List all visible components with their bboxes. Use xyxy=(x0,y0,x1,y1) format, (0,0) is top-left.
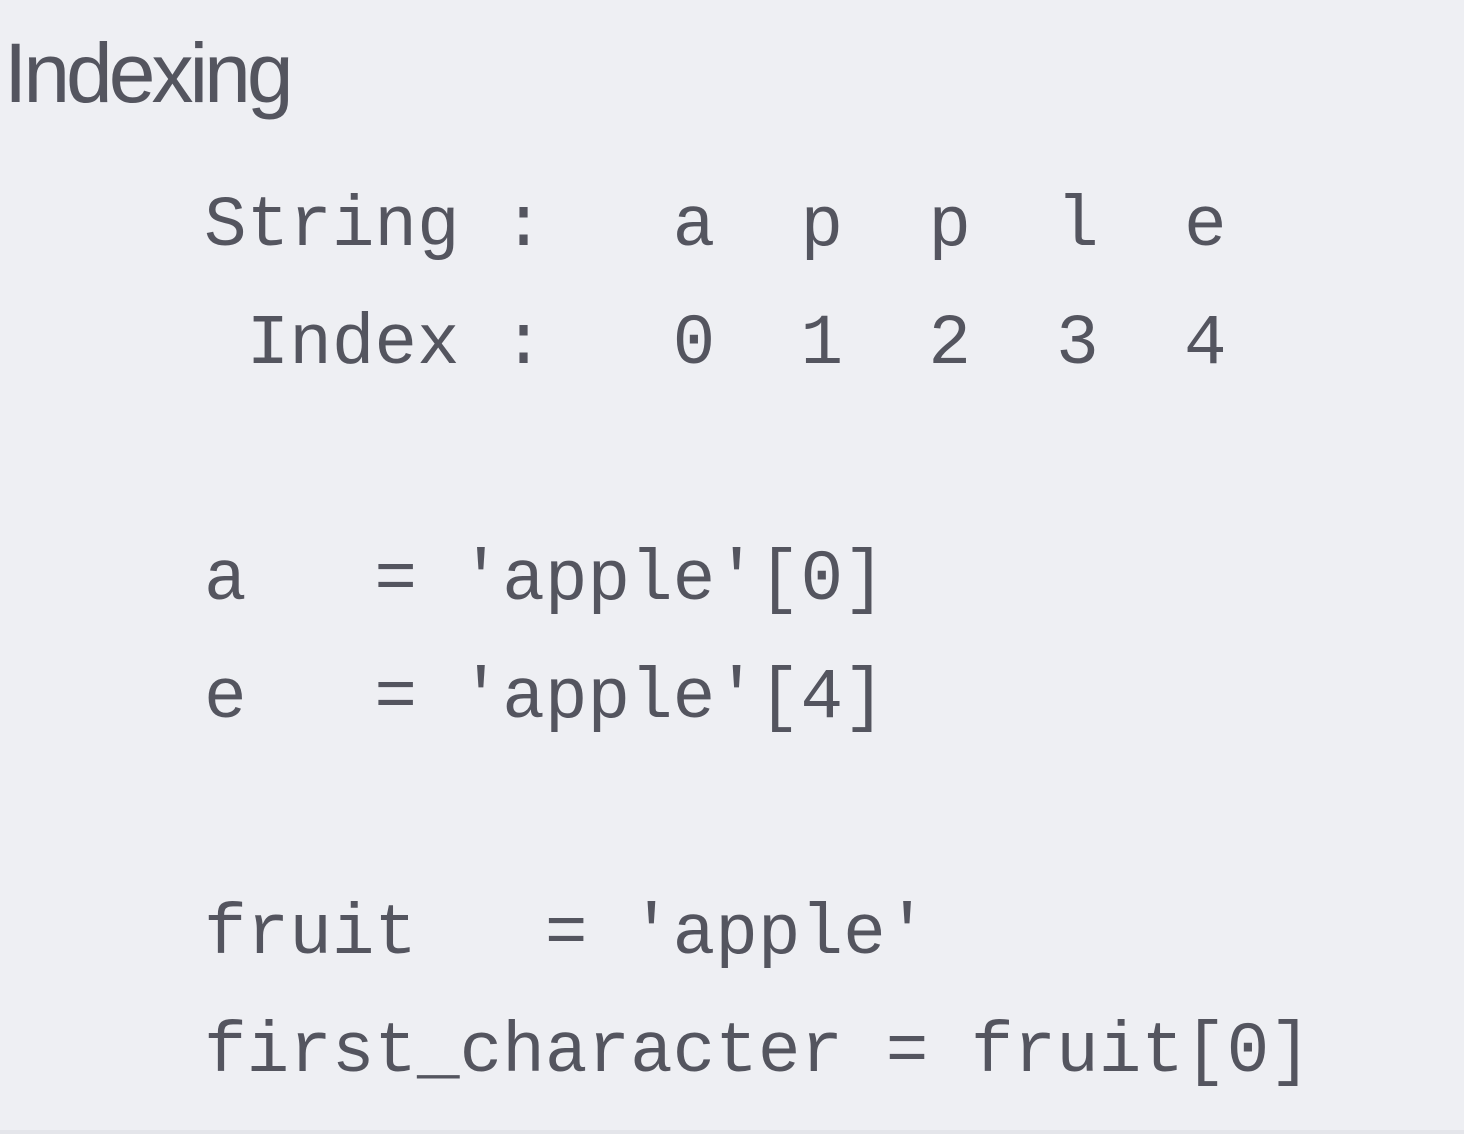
code-block: String : a p p l e Index : 0 1 2 3 4 a = … xyxy=(204,168,1312,1112)
code-line-fruit-assignment: fruit = 'apple' xyxy=(204,895,929,975)
code-line-a-assignment: a = 'apple'[0] xyxy=(204,541,886,621)
page-title: Indexing xyxy=(4,26,294,120)
code-line-string-row: String : a p p l e xyxy=(204,187,1227,267)
code-line-e-assignment: e = 'apple'[4] xyxy=(204,659,886,739)
bottom-divider xyxy=(0,1130,1464,1134)
code-line-index-row: Index : 0 1 2 3 4 xyxy=(204,305,1227,385)
code-line-first-character-assignment: first_character = fruit[0] xyxy=(204,1013,1312,1093)
